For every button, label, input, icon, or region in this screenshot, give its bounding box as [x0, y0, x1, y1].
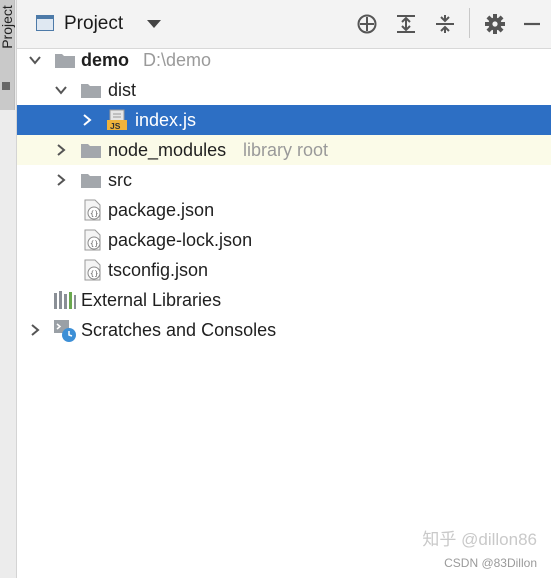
svg-text:{}: {}: [90, 240, 98, 248]
project-view-title[interactable]: Project: [64, 13, 123, 35]
json-file-icon: {}: [84, 229, 101, 251]
folder-icon: [81, 174, 101, 188]
chevron-down-icon[interactable]: [28, 53, 42, 67]
locate-icon[interactable]: [355, 12, 379, 36]
toolbar-divider: [469, 8, 470, 38]
file-name: index.js: [135, 110, 197, 130]
scratches-icon: [54, 320, 76, 342]
root-folder-path: D:\demo: [143, 50, 212, 70]
svg-text:{}: {}: [90, 270, 98, 278]
folder-icon: [81, 144, 101, 158]
tree-row-package-lock[interactable]: {} package-lock.json: [17, 225, 551, 255]
chevron-down-icon[interactable]: [54, 83, 68, 97]
folder-icon: [55, 54, 75, 68]
project-tool-tab-label: Project: [0, 5, 15, 49]
tool-window-icon: [2, 82, 10, 90]
tree-row-package-json[interactable]: {} package.json: [17, 195, 551, 225]
svg-text:{}: {}: [90, 210, 98, 218]
file-name: package-lock.json: [108, 230, 253, 250]
hide-icon[interactable]: [520, 12, 544, 36]
chevron-right-icon[interactable]: [54, 173, 68, 187]
svg-text:JS: JS: [110, 121, 121, 131]
chevron-right-icon[interactable]: [80, 113, 94, 127]
gear-icon[interactable]: [483, 12, 507, 36]
chevron-right-icon[interactable]: [54, 143, 68, 157]
library-root-note: library root: [243, 140, 329, 160]
root-folder-name: demo: [81, 50, 130, 70]
chevron-right-icon[interactable]: [28, 323, 42, 337]
collapse-all-icon[interactable]: [433, 12, 457, 36]
scratches-label: Scratches and Consoles: [81, 320, 277, 340]
external-libraries-label: External Libraries: [81, 290, 222, 310]
json-file-icon: {}: [84, 199, 101, 221]
tree-row-dist[interactable]: dist: [17, 75, 551, 105]
tree-row-tsconfig[interactable]: {} tsconfig.json: [17, 255, 551, 285]
expand-all-icon[interactable]: [394, 12, 418, 36]
tree-row-external-libraries[interactable]: External Libraries: [17, 285, 551, 315]
folder-icon: [81, 84, 101, 98]
folder-name: node_modules: [108, 140, 227, 160]
tree-row-scratches[interactable]: Scratches and Consoles: [17, 315, 551, 345]
project-header: Project: [17, 0, 551, 49]
tree-row-index-js[interactable]: JS index.js: [17, 105, 551, 135]
project-view-icon: [36, 15, 54, 31]
tree-row-node-modules[interactable]: node_modules library root: [17, 135, 551, 165]
file-name: package.json: [108, 200, 215, 220]
left-tool-strip: Project: [0, 0, 17, 578]
watermark-zhihu: 知乎 @dillon86: [422, 530, 537, 549]
watermark-csdn: CSDN @83Dillon: [444, 556, 537, 570]
view-dropdown-icon[interactable]: [147, 20, 161, 28]
file-name: tsconfig.json: [108, 260, 209, 280]
folder-name: dist: [108, 80, 137, 100]
javascript-file-icon: JS: [107, 109, 127, 131]
folder-name: src: [108, 170, 132, 190]
external-libraries-icon: [54, 291, 76, 309]
json-file-icon: {}: [84, 259, 101, 281]
tree-row-src[interactable]: src: [17, 165, 551, 195]
tree-row-root[interactable]: demo D:\demo: [17, 45, 551, 75]
project-tool-tab[interactable]: Project: [0, 0, 15, 110]
